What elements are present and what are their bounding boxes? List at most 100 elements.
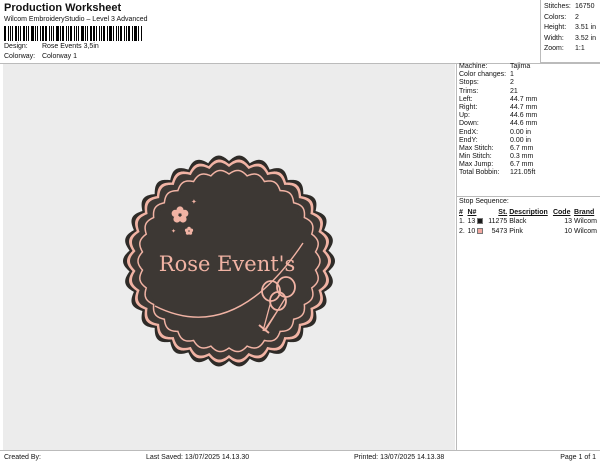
barcode-bar [12, 26, 13, 41]
detail-label: Right: [459, 103, 478, 111]
barcode-bar [74, 26, 75, 41]
software-subtitle: Wilcom EmbroideryStudio – Level 3 Advanc… [4, 16, 148, 23]
row-needle: 10 [466, 227, 485, 237]
barcode-bar [40, 26, 41, 41]
barcode-bar [45, 26, 47, 41]
details-panel: Machine: Tajima Color changes: 1 Stops: 2 Trim… [457, 63, 600, 178]
barcode-bar [56, 26, 59, 41]
barcode-bar [42, 26, 44, 41]
barcode-bar [120, 26, 122, 41]
detail-label: EndY: [459, 136, 478, 144]
detail-label: Max Stitch: [459, 144, 494, 152]
stop-sequence-title: Stop Sequence: [459, 198, 509, 205]
design-row: Design: Rose Events 3,5in [4, 43, 99, 50]
table-row: 1. 13 11275 Black 13 Wilcom [458, 217, 600, 227]
row-description: Pink [509, 227, 523, 235]
barcode-bar [66, 26, 67, 41]
design-text: Rose Event's [159, 252, 295, 276]
barcode-bar [20, 26, 21, 41]
summary-label: Colors: [544, 13, 567, 21]
barcode-bar [28, 26, 29, 41]
summary-label: Stitches: [544, 3, 571, 10]
barcode-bar [78, 26, 79, 41]
detail-value: 44.6 mm [510, 112, 538, 120]
summary-stitches: Stitches: 16750 [544, 2, 600, 13]
stop-sequence-divider [457, 196, 600, 197]
detail-value: 2 [510, 79, 514, 87]
col-description: Description [509, 209, 548, 216]
barcode-bar [8, 26, 9, 41]
row-needle: 13 [466, 217, 485, 227]
summary-value: 3.51 in [575, 24, 597, 31]
detail-value: 0.3 mm [510, 153, 534, 161]
barcode-bar [31, 26, 34, 41]
color-swatch [477, 227, 484, 234]
row-brand: Wilcom [574, 227, 597, 235]
detail-label: Max Jump: [459, 161, 494, 169]
barcode-bar [126, 26, 127, 41]
detail-value: Tajima [510, 63, 531, 70]
barcode-bar [60, 26, 61, 41]
barcode-bar [51, 26, 52, 41]
detail-row: Right: 44.7 mm [457, 104, 600, 112]
barcode-bar [4, 26, 6, 41]
row-index: 1. [459, 218, 465, 226]
row-code: 10 [564, 227, 573, 235]
barcode-bar [138, 26, 139, 41]
design-preview: ✦ ✦ Rose Event's [3, 64, 455, 450]
detail-row: Left: 44.7 mm [457, 96, 600, 104]
detail-value: 44.7 mm [510, 103, 538, 111]
barcode-bar [68, 26, 69, 41]
col-brand: Brand [574, 209, 595, 216]
summary-value: 2 [575, 13, 579, 21]
embroidery-design: ✦ ✦ Rose Event's [123, 155, 335, 367]
detail-value: 0.00 in [510, 136, 532, 144]
detail-row: EndY: 0.00 in [457, 137, 600, 145]
barcode-bar [23, 26, 25, 41]
colorway-label: Colorway: [4, 53, 36, 60]
page-number: Page 1 of 1 [560, 454, 596, 461]
design-value: Rose Events 3,5in [41, 43, 99, 50]
barcode-bar [101, 26, 102, 41]
design-label: Design: [4, 43, 28, 50]
row-stitches: 5473 [491, 227, 508, 235]
colorway-value: Colorway 1 [41, 53, 77, 60]
barcode-bar [37, 26, 38, 41]
detail-label: Up: [459, 112, 470, 120]
summary-label: Zoom: [544, 45, 564, 52]
row-index: 2. [459, 227, 465, 235]
barcode-bar [118, 26, 119, 41]
summary-value: 16750 [575, 3, 595, 10]
detail-value: 6.7 mm [510, 161, 534, 169]
created-by: Created By: [4, 454, 41, 461]
barcode-bar [128, 26, 130, 41]
barcode-bar [53, 26, 54, 41]
detail-row: Trims: 21 [457, 88, 600, 96]
detail-label: Down: [459, 120, 479, 128]
row-description: Black [509, 218, 527, 226]
barcode-bar [87, 26, 88, 41]
detail-label: Left: [459, 95, 473, 103]
barcode-bar [76, 26, 77, 41]
sparkle-icon: ✦ [171, 228, 176, 235]
detail-row: Color changes: 1 [457, 71, 600, 79]
footer: Created By: Last Saved: 13/07/2025 14.13… [0, 450, 600, 464]
detail-value: 44.6 mm [510, 120, 538, 128]
barcode-bar [93, 26, 95, 41]
row-stitches: 11275 [488, 218, 508, 226]
barcode-bar [26, 26, 27, 41]
detail-label: EndX: [459, 128, 479, 136]
detail-value: 121.05ft [510, 169, 536, 177]
col-code: Code [552, 209, 571, 216]
barcode-bar [85, 26, 86, 41]
summary-label: Width: [544, 34, 564, 42]
row-brand: Wilcom [574, 218, 597, 226]
summary-width: Width: 3.52 in [544, 34, 600, 45]
table-row: 2. 10 5473 Pink 10 Wilcom [458, 227, 600, 237]
barcode-bar [116, 26, 117, 41]
barcode-bar [10, 26, 11, 41]
detail-row: Stops: 2 [457, 79, 600, 87]
barcode-bar [15, 26, 17, 41]
barcode-bar [109, 26, 112, 41]
detail-row: EndX: 0.00 in [457, 129, 600, 137]
